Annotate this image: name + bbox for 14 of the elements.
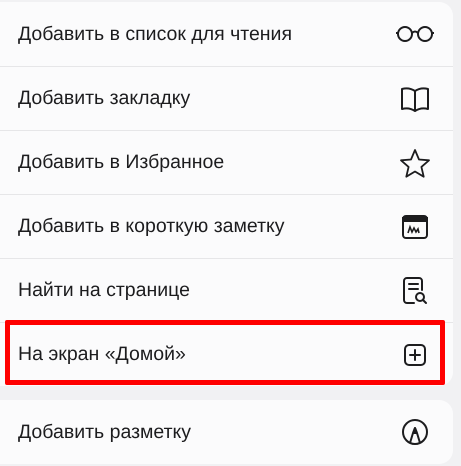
menu-item[interactable]: Добавить в короткую заметку (0, 194, 453, 258)
star-icon (399, 148, 431, 178)
menu-item[interactable]: Найти на странице (0, 258, 453, 322)
menu-item[interactable]: Добавить в Избранное (0, 130, 453, 194)
book-icon (400, 86, 430, 112)
glasses-icon (395, 24, 435, 44)
note-icon (401, 214, 429, 240)
pen-tip-icon (401, 418, 429, 446)
add-square-icon (403, 342, 427, 366)
menu-item[interactable]: На экран «Домой» (0, 322, 453, 386)
menu-item[interactable]: Добавить в список для чтения (0, 2, 453, 66)
find-page-icon (402, 276, 428, 306)
menu-item[interactable]: Добавить разметку (0, 400, 453, 464)
menu-item[interactable]: Добавить закладку (0, 66, 453, 130)
